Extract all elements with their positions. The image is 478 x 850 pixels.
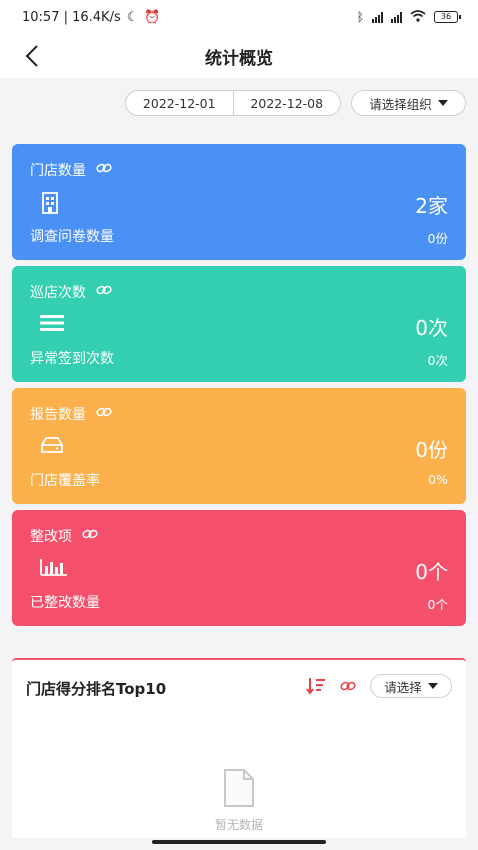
card-sub-value: 0次 <box>427 353 448 368</box>
start-date-picker[interactable]: 2022-12-01 <box>126 96 233 111</box>
status-time: 10:57 | 16.4K/s <box>22 9 121 25</box>
link-icon[interactable] <box>96 162 112 178</box>
org-select-label: 请选择组织 <box>369 96 432 112</box>
tray-icon <box>40 436 64 456</box>
ranking-select-label: 请选择 <box>384 679 422 695</box>
card-sub-label: 调查问卷数量 <box>30 229 114 245</box>
empty-state: 暂无数据 <box>12 768 466 833</box>
card-sub-label: 已整改数量 <box>30 595 100 611</box>
link-icon[interactable] <box>96 284 112 300</box>
store-ranking-panel: 门店得分排名Top10 请选择 暂无数据 <box>12 658 466 838</box>
filter-row: 2022-12-01 2022-12-08 请选择组织 <box>0 88 478 118</box>
status-bar: 10:57 | 16.4K/s ☾ ⏰ ᛒ 36 <box>0 0 478 34</box>
caret-down-icon <box>437 100 448 106</box>
ranking-select[interactable]: 请选择 <box>370 674 452 698</box>
page-title: 统计概览 <box>205 48 273 69</box>
card-sub-label: 门店覆盖率 <box>30 473 100 489</box>
card-sub-value: 0份 <box>427 231 448 246</box>
building-icon <box>40 192 64 214</box>
card-value: 2家 <box>415 194 448 218</box>
date-range: 2022-12-01 2022-12-08 <box>125 90 341 116</box>
home-indicator[interactable] <box>152 840 326 844</box>
card-sub-value: 0% <box>428 472 448 487</box>
nav-bar: 统计概览 <box>0 34 478 78</box>
card-title: 巡店次数 <box>30 285 86 301</box>
end-date-picker[interactable]: 2022-12-08 <box>234 96 341 111</box>
empty-text: 暂无数据 <box>214 818 263 832</box>
report-count-card[interactable]: 报告数量 0份 门店覆盖率 0% <box>12 388 466 504</box>
link-icon[interactable] <box>82 528 98 544</box>
wifi-icon <box>410 9 426 25</box>
link-icon[interactable] <box>96 406 112 422</box>
card-sub-label: 异常签到次数 <box>30 351 114 367</box>
alarm-icon: ⏰ <box>144 9 161 25</box>
signal-2-icon <box>391 11 402 23</box>
list-icon <box>40 314 64 334</box>
bluetooth-icon: ᛒ <box>356 10 364 24</box>
battery-icon: 36 <box>434 11 461 23</box>
card-value: 0个 <box>415 560 448 584</box>
sort-icon[interactable] <box>306 677 326 695</box>
moon-icon: ☾ <box>126 9 139 25</box>
card-value: 0份 <box>415 438 448 462</box>
card-title: 报告数量 <box>30 407 86 423</box>
rectification-card[interactable]: 整改项 0个 已整改数量 0个 <box>12 510 466 626</box>
card-sub-value: 0个 <box>427 597 448 612</box>
chevron-left-icon <box>25 45 38 67</box>
org-select[interactable]: 请选择组织 <box>351 90 466 116</box>
card-value: 0次 <box>415 316 448 340</box>
bar-chart-icon <box>40 558 67 578</box>
patrol-count-card[interactable]: 巡店次数 0次 异常签到次数 0次 <box>12 266 466 382</box>
back-button[interactable] <box>18 42 46 70</box>
store-count-card[interactable]: 门店数量 2家 调查问卷数量 0份 <box>12 144 466 260</box>
ranking-title: 门店得分排名Top10 <box>26 680 167 698</box>
signal-icon <box>372 11 383 23</box>
empty-document-icon <box>224 769 254 807</box>
link-icon[interactable] <box>340 680 356 692</box>
card-title: 整改项 <box>30 529 72 545</box>
card-title: 门店数量 <box>30 163 86 179</box>
caret-down-icon <box>427 683 438 689</box>
